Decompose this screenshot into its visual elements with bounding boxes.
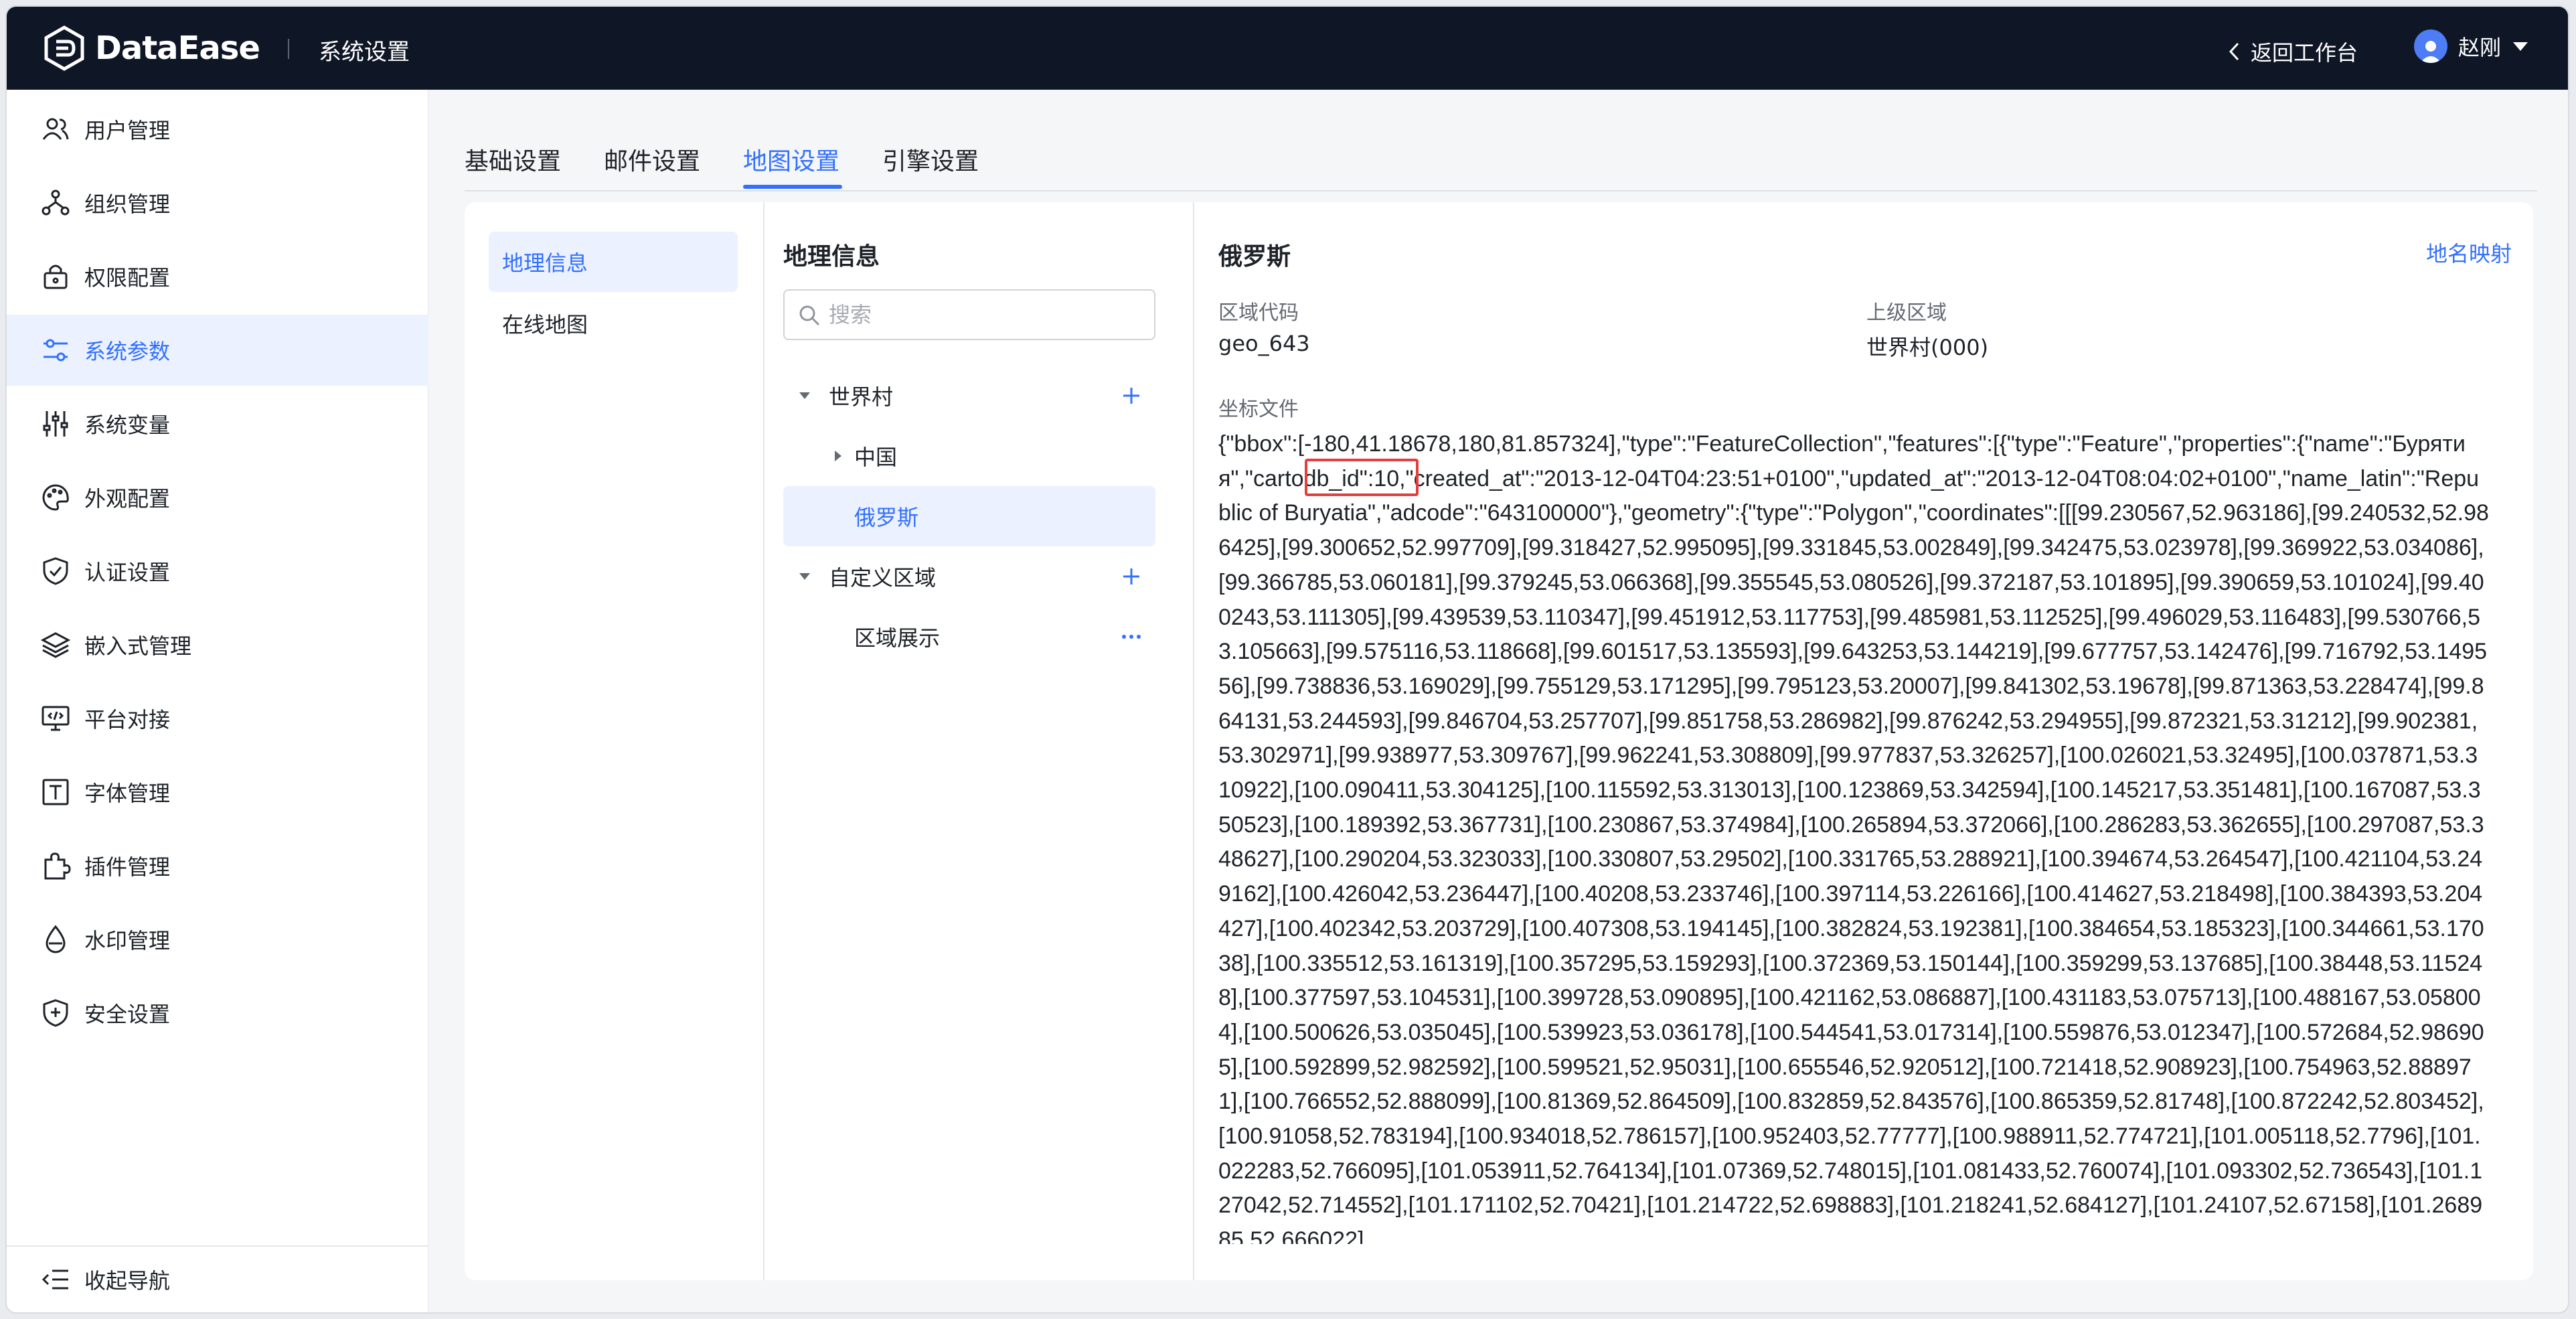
palette-icon (42, 484, 69, 511)
column-divider (1193, 202, 1194, 1280)
sidebar-item-label: 嵌入式管理 (84, 633, 192, 659)
tree-node-label: 自定义区域 (829, 565, 937, 591)
nav-online-map[interactable]: 在线地图 (489, 293, 738, 354)
sidebar-item-label: 水印管理 (84, 928, 171, 953)
users-icon (42, 118, 69, 140)
user-avatar-icon (2420, 41, 2441, 63)
sidebar-item-label: 平台对接 (84, 707, 171, 732)
map-settings-card: 地理信息 在线地图 地理信息 世界村 中国 俄罗斯 自定义区域 (465, 202, 2533, 1280)
search-input[interactable] (829, 297, 1143, 332)
sidebar-item-permission-config[interactable]: 权限配置 (7, 241, 428, 312)
coord-file-content: {"bbox":[-180,41.18678,180,81.857324],"t… (1218, 431, 2489, 1244)
search-box (783, 289, 1155, 340)
sidebar-item-org-management[interactable]: 组织管理 (7, 167, 428, 238)
add-icon[interactable] (1119, 384, 1143, 408)
detail-title: 俄罗斯 (1218, 243, 1291, 270)
app-name: DataEase (95, 29, 260, 67)
tree-title: 地理信息 (783, 243, 880, 270)
add-icon[interactable] (1119, 564, 1143, 589)
tree-node-label: 区域展示 (854, 625, 941, 651)
droplet-icon (46, 925, 66, 953)
caret-down-icon (799, 392, 810, 399)
layers-icon (40, 632, 71, 658)
parent-region-value: 世界村(000) (1866, 335, 1989, 360)
sidebar-item-label: 认证设置 (84, 560, 171, 585)
back-link-label: 返回工作台 (2251, 40, 2358, 66)
avatar (2414, 29, 2447, 63)
sidebar-item-appearance[interactable]: 外观配置 (7, 462, 428, 533)
collapse-nav-label: 收起导航 (84, 1268, 171, 1294)
more-icon[interactable] (1119, 625, 1143, 649)
header-divider (288, 39, 289, 59)
collapse-nav-button[interactable]: 收起导航 (7, 1245, 428, 1312)
sidebar-item-system-variables[interactable]: 系统变量 (7, 388, 428, 459)
dataease-logo-icon (44, 25, 84, 71)
back-to-workbench-link[interactable]: 返回工作台 (2228, 36, 2358, 67)
sidebar-item-embedded-management[interactable]: 嵌入式管理 (7, 609, 428, 680)
sidebar-item-label: 系统变量 (84, 412, 171, 438)
user-name: 赵刚 (2458, 35, 2502, 60)
page-title: 系统设置 (319, 39, 410, 66)
collapse-menu-icon (42, 1269, 68, 1290)
sidebar-item-label: 组织管理 (84, 191, 171, 217)
sidebar: 用户管理 组织管理 权限配置 系统参数 系统变量 外观配置 认证设置 嵌入式管理… (7, 90, 428, 1312)
sidebar-item-plugin-management[interactable]: 插件管理 (7, 830, 428, 901)
variables-icon (43, 411, 68, 437)
annotation-highlight-box (1305, 459, 1419, 496)
parent-region-label: 上级区域 (1866, 301, 1947, 325)
sidebar-item-watermark-management[interactable]: 水印管理 (7, 904, 428, 975)
tab-map-settings[interactable]: 地图设置 (743, 142, 839, 177)
tree-node-label: 世界村 (829, 384, 894, 410)
sidebar-item-auth-settings[interactable]: 认证设置 (7, 536, 428, 607)
nav-geo-info[interactable]: 地理信息 (489, 232, 738, 292)
sidebar-item-platform-integration[interactable]: 平台对接 (7, 683, 428, 754)
lock-icon (44, 264, 68, 289)
tab-mail-settings[interactable]: 邮件设置 (604, 142, 700, 177)
settings-tabs: 基础设置 邮件设置 地图设置 引擎设置 (465, 134, 2537, 191)
caret-down-icon (2513, 42, 2528, 51)
tree-node-region-display[interactable]: 区域展示 (783, 607, 1155, 667)
security-icon (43, 999, 68, 1027)
sidebar-item-label: 系统参数 (84, 339, 171, 364)
name-mapping-link[interactable]: 地名映射 (2426, 237, 2512, 268)
chevron-left-icon (2229, 42, 2239, 61)
tree-node-label: 中国 (854, 445, 898, 470)
tree-node-custom-region[interactable]: 自定义区域 (783, 546, 1155, 607)
active-tab-indicator (743, 185, 842, 189)
tree-node-russia[interactable]: 俄罗斯 (783, 486, 1155, 546)
region-code-value: geo_643 (1218, 331, 1310, 356)
sidebar-item-user-management[interactable]: 用户管理 (7, 94, 428, 165)
monitor-code-icon (42, 706, 70, 731)
sidebar-item-label: 插件管理 (84, 854, 171, 880)
top-bar: DataEase 系统设置 返回工作台 赵刚 (7, 7, 2568, 90)
tree-node-label: 俄罗斯 (854, 505, 919, 530)
puzzle-icon (44, 852, 71, 880)
app-window: DataEase 系统设置 返回工作台 赵刚 用户管理 组织管理 权限配置 系统… (7, 7, 2568, 1312)
region-code-label: 区域代码 (1218, 301, 1299, 325)
tree-node-world-village[interactable]: 世界村 (783, 366, 1155, 426)
logo[interactable]: DataEase (42, 25, 260, 71)
coord-file-label: 坐标文件 (1218, 398, 1299, 421)
sidebar-item-label: 外观配置 (84, 486, 171, 512)
sidebar-item-label: 字体管理 (84, 781, 171, 806)
sidebar-item-label: 用户管理 (84, 118, 171, 143)
sidebar-item-system-params[interactable]: 系统参数 (7, 315, 428, 386)
sliders-icon (44, 339, 68, 362)
tab-engine-settings[interactable]: 引擎设置 (882, 142, 979, 177)
sidebar-item-font-management[interactable]: 字体管理 (7, 757, 428, 828)
column-divider (763, 202, 764, 1280)
user-menu[interactable]: 赵刚 (2414, 29, 2528, 63)
sidebar-item-security-settings[interactable]: 安全设置 (7, 978, 428, 1049)
sidebar-item-label: 安全设置 (84, 1002, 171, 1027)
tab-basic-settings[interactable]: 基础设置 (465, 142, 561, 177)
font-icon (42, 779, 69, 805)
search-icon (799, 305, 820, 326)
caret-down-icon (799, 573, 810, 580)
shield-check-icon (43, 557, 68, 585)
caret-right-icon (835, 451, 841, 461)
tree-node-china[interactable]: 中国 (783, 426, 1155, 486)
org-tree-icon (42, 189, 70, 216)
sidebar-item-label: 权限配置 (84, 265, 171, 291)
